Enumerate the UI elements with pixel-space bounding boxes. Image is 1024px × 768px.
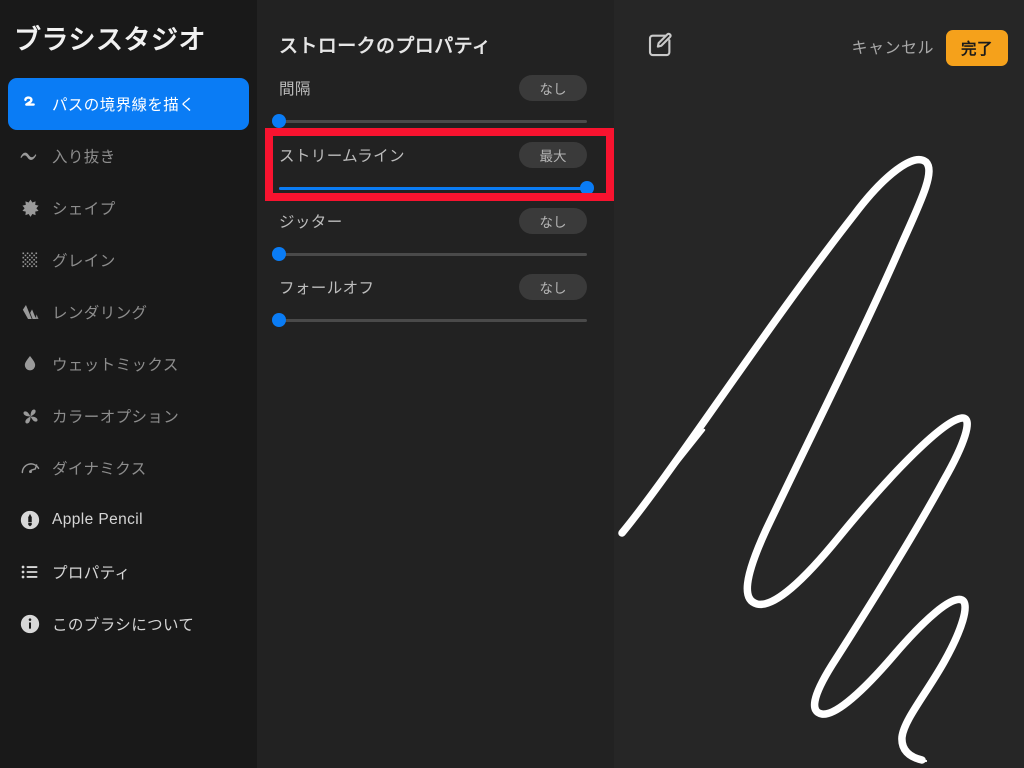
property-label: ストリームライン <box>279 148 405 165</box>
droplet-icon <box>8 354 52 374</box>
property-row-1: ストリームライン 最大 <box>279 142 594 195</box>
stroke-path-icon <box>8 93 52 115</box>
info-circle-icon <box>8 613 52 635</box>
property-label: ジッター <box>279 214 343 231</box>
list-icon <box>8 561 52 583</box>
stroke-properties-panel: ストロークのプロパティ 間隔 なし ストリームライン 最大 ジッター なし フォールオフ なし <box>257 0 614 768</box>
slider-track <box>279 319 587 322</box>
property-header: フォールオフ なし <box>279 274 587 300</box>
grain-dots-icon <box>8 250 52 270</box>
rendering-mountains-icon <box>8 301 52 323</box>
sidebar-item-label: このブラシについて <box>52 617 195 634</box>
slider-thumb[interactable] <box>580 181 594 195</box>
sidebar-nav: パスの境界線を描く 入り抜きシェイプグレインレンダリングウェットミックス カラーオプ… <box>0 78 257 650</box>
property-label: 間隔 <box>279 81 311 98</box>
property-header: ストリームライン 最大 <box>279 142 587 168</box>
sidebar-item-label: 入り抜き <box>52 149 116 166</box>
page-title: ブラシスタジオ <box>14 25 206 55</box>
sidebar-item-label: ダイナミクス <box>52 461 147 478</box>
slider-thumb[interactable] <box>272 114 286 128</box>
brush-preview-canvas: キャンセル 完了 <box>614 0 1024 768</box>
sidebar-item-2[interactable]: シェイプ <box>8 182 249 234</box>
property-row-0: 間隔 なし <box>272 75 587 128</box>
slider-thumb[interactable] <box>272 313 286 327</box>
property-row-2: ジッター なし <box>272 208 587 261</box>
sidebar-item-label: シェイプ <box>52 201 116 218</box>
properties-title: ストロークのプロパティ <box>279 36 492 57</box>
slider-fill <box>279 187 587 190</box>
sidebar-item-label: カラーオプション <box>52 409 180 426</box>
property-label: フォールオフ <box>279 280 375 297</box>
property-value-badge[interactable]: なし <box>519 208 587 234</box>
slider-thumb[interactable] <box>272 247 286 261</box>
sidebar-item-label: レンダリング <box>52 305 148 322</box>
sidebar-item-label: Apple Pencil <box>52 511 143 528</box>
sidebar-item-0[interactable]: パスの境界線を描く <box>8 78 249 130</box>
property-slider[interactable] <box>272 247 587 261</box>
brush-stroke-preview <box>618 155 971 764</box>
property-value-badge[interactable]: なし <box>519 75 587 101</box>
sidebar-item-6[interactable]: カラーオプション <box>8 390 249 442</box>
property-value-badge[interactable]: 最大 <box>519 142 587 168</box>
sidebar-item-8[interactable]: Apple Pencil <box>8 494 249 546</box>
property-slider[interactable] <box>272 114 587 128</box>
pinwheel-icon <box>8 406 52 427</box>
slider-track <box>279 253 587 256</box>
sidebar-item-3[interactable]: グレイン <box>8 234 249 286</box>
property-header: ジッター なし <box>279 208 587 234</box>
sidebar-item-label: パスの境界線を描く <box>52 97 196 114</box>
brush-studio-window: ブラシスタジオ パスの境界線を描く 入り抜きシェイプグレインレンダリングウェットミ… <box>0 0 1024 768</box>
property-header: 間隔 なし <box>279 75 587 101</box>
sidebar-item-label: ウェットミックス <box>52 357 179 374</box>
sidebar: ブラシスタジオ パスの境界線を描く 入り抜きシェイプグレインレンダリングウェットミ… <box>0 0 257 768</box>
sidebar-item-label: グレイン <box>52 253 116 270</box>
slider-track <box>279 120 587 123</box>
property-value-badge[interactable]: なし <box>519 274 587 300</box>
sidebar-item-10[interactable]: このブラシについて <box>8 598 249 650</box>
apple-pencil-icon <box>8 509 52 531</box>
property-slider[interactable] <box>279 181 594 195</box>
shape-star-icon <box>8 198 52 219</box>
property-row-3: フォールオフ なし <box>272 274 587 327</box>
sidebar-item-7[interactable]: ダイナミクス <box>8 442 249 494</box>
sidebar-item-9[interactable]: プロパティ <box>8 546 249 598</box>
taper-wave-icon <box>8 144 52 168</box>
sidebar-item-5[interactable]: ウェットミックス <box>8 338 249 390</box>
property-slider[interactable] <box>272 313 587 327</box>
sidebar-item-label: プロパティ <box>52 565 131 582</box>
gauge-icon <box>8 457 52 480</box>
sidebar-item-1[interactable]: 入り抜き <box>8 130 249 182</box>
sidebar-item-4[interactable]: レンダリング <box>8 286 249 338</box>
